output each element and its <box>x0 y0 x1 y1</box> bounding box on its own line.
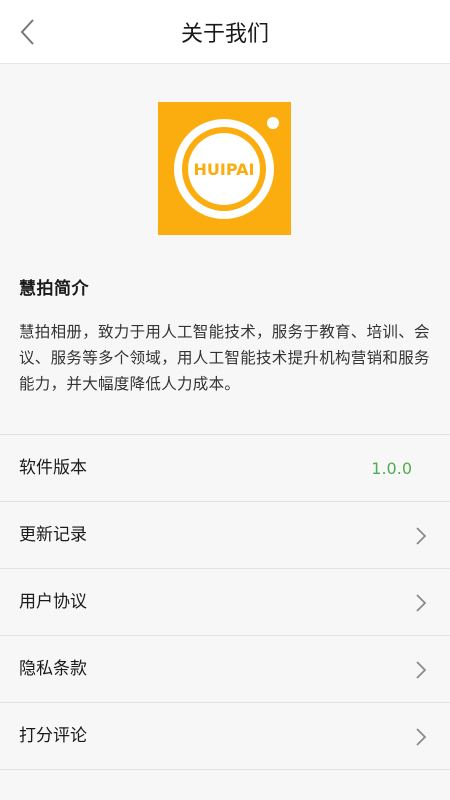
row-rate-review[interactable]: 打分评论 <box>0 703 450 770</box>
row-label: 用户协议 <box>19 592 87 612</box>
version-value: 1.0.0 <box>371 459 412 478</box>
intro-title: 慧拍简介 <box>19 279 89 299</box>
chevron-right-icon <box>416 594 427 612</box>
top-bar: 关于我们 <box>0 0 450 64</box>
chevron-right-icon <box>416 661 427 679</box>
row-label: 打分评论 <box>19 726 87 746</box>
row-version: 软件版本 1.0.0 <box>0 435 450 502</box>
row-update-log[interactable]: 更新记录 <box>0 502 450 569</box>
app-logo: HUIPAI <box>158 102 291 235</box>
row-user-agreement[interactable]: 用户协议 <box>0 569 450 636</box>
row-label: 软件版本 <box>19 458 87 478</box>
logo-text: HUIPAI <box>194 160 255 179</box>
row-label: 更新记录 <box>19 525 87 545</box>
row-label: 隐私条款 <box>19 659 87 679</box>
settings-list: 软件版本 1.0.0 更新记录 用户协议 隐私条款 打分评论 <box>0 434 450 770</box>
chevron-right-icon <box>416 527 427 545</box>
intro-text: 慧拍相册，致力于用人工智能技术，服务于教育、培训、会议、服务等多个领域，用人工智… <box>19 323 430 393</box>
chevron-right-icon <box>416 728 427 746</box>
page-title: 关于我们 <box>180 22 269 47</box>
row-privacy-policy[interactable]: 隐私条款 <box>0 636 450 703</box>
